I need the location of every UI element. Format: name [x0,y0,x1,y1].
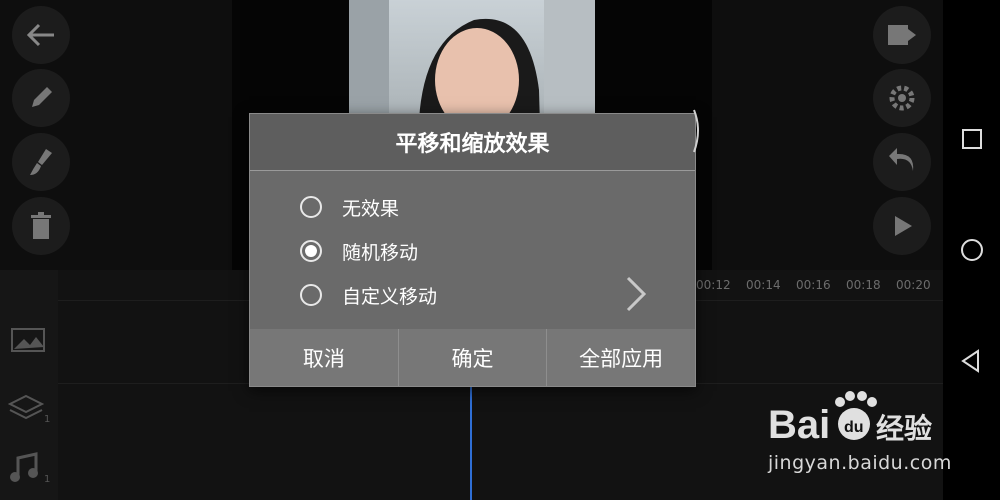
recents-square-icon[interactable] [961,128,983,150]
apply-all-button[interactable]: 全部应用 [547,329,695,386]
system-nav-bar [943,0,1000,500]
radio-button[interactable] [300,284,322,306]
pencil-icon [32,87,52,107]
time-tick: 00:18 [846,278,881,292]
music-track-icon[interactable]: 1 [8,452,52,492]
option-label: 自定义移动 [342,285,438,308]
time-tick: 00:20 [896,278,931,292]
home-circle-icon[interactable] [960,238,984,262]
dialog-title: 平移和缩放效果 [395,132,550,157]
time-tick: 00:16 [796,278,831,292]
playhead[interactable] [470,385,472,500]
baidu-watermark: Bai du 经验 jingyan.baidu.com [768,388,951,488]
option-list: 无效果 随机移动 自定义移动 [250,171,695,329]
edit-button[interactable] [12,69,70,127]
option-label: 无效果 [342,197,400,220]
watermark-url: jingyan.baidu.com [768,452,952,474]
chevron-right-icon[interactable] [620,274,650,314]
time-ruler[interactable]: 00:12 00:14 00:16 00:18 00:20 [692,270,943,300]
image-track-icon[interactable] [10,325,46,355]
play-button[interactable] [873,197,931,255]
back-triangle-icon[interactable] [960,349,982,373]
radio-button[interactable] [300,196,322,218]
svg-text:du: du [844,419,864,436]
option-custom-move[interactable]: 自定义移动 [300,277,437,313]
back-button[interactable] [12,6,70,64]
time-tick: 00:14 [746,278,781,292]
dialog-header: 平移和缩放效果 [250,114,695,171]
confirm-button[interactable]: 确定 [399,329,548,386]
track-count-badge: 1 [44,474,51,485]
option-random-move[interactable]: 随机移动 [300,233,418,269]
export-film-icon [888,25,916,45]
time-tick: 00:12 [696,278,731,292]
gear-icon [889,85,915,111]
back-arrow-icon [26,23,54,47]
preview-handle [693,109,699,153]
settings-button[interactable] [873,69,931,127]
radio-button-checked[interactable] [300,240,322,262]
baidu-logo: Bai du 经验 [768,391,932,447]
undo-button[interactable] [873,133,931,191]
svg-text:经验: 经验 [876,412,932,445]
trash-icon [31,212,51,239]
option-label: 随机移动 [342,241,419,264]
dialog-button-bar: 取消 确定 全部应用 [250,329,695,386]
undo-icon [889,148,914,171]
pan-zoom-dialog: 平移和缩放效果 无效果 随机移动 自定义移动 取消 确定 全部应用 [249,113,696,387]
track-count-badge: 1 [44,414,51,425]
delete-button[interactable] [12,197,70,255]
svg-text:Bai: Bai [768,403,830,447]
play-icon [895,216,912,236]
brush-button[interactable] [12,133,70,191]
cancel-button[interactable]: 取消 [250,329,399,386]
option-no-effect[interactable]: 无效果 [300,189,399,225]
export-button[interactable] [873,6,931,64]
layers-track-icon[interactable]: 1 [6,392,50,432]
brush-icon [30,149,52,175]
